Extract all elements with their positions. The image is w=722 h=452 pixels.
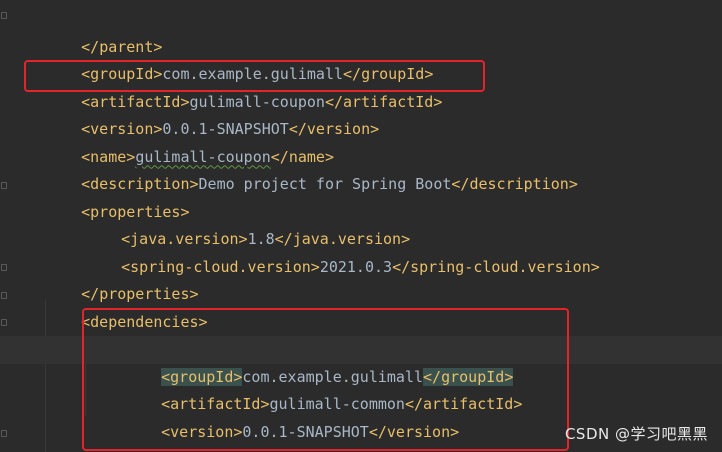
code-line[interactable]: <description>Demo project for Spring Boo… <box>0 144 722 193</box>
code-line[interactable]: </parent> <box>0 6 722 56</box>
code-line[interactable]: <name>gulimall-coupon</name> <box>0 116 722 166</box>
code-line[interactable]: <groupId>com.example.gulimall</groupId> <box>0 34 722 83</box>
code-editor[interactable]: </parent> <groupId>com.example.gulimall<… <box>0 0 722 452</box>
annotation-box-dependency <box>82 308 569 451</box>
code-line[interactable]: <dependencies> <box>0 281 722 331</box>
csdn-watermark: CSDN @学习吧黑黑 <box>564 425 708 443</box>
code-line[interactable]: <spring-cloud.version>2021.0.3</spring-c… <box>0 226 722 276</box>
code-line[interactable]: <properties> <box>0 171 722 221</box>
code-line[interactable]: <version>0.0.1-SNAPSHOT</version> <box>0 89 722 138</box>
code-line[interactable]: </properties> <box>0 254 722 303</box>
code-line[interactable]: <java.version>1.8</java.version> <box>0 199 722 248</box>
annotation-box-artifactid <box>24 60 485 92</box>
